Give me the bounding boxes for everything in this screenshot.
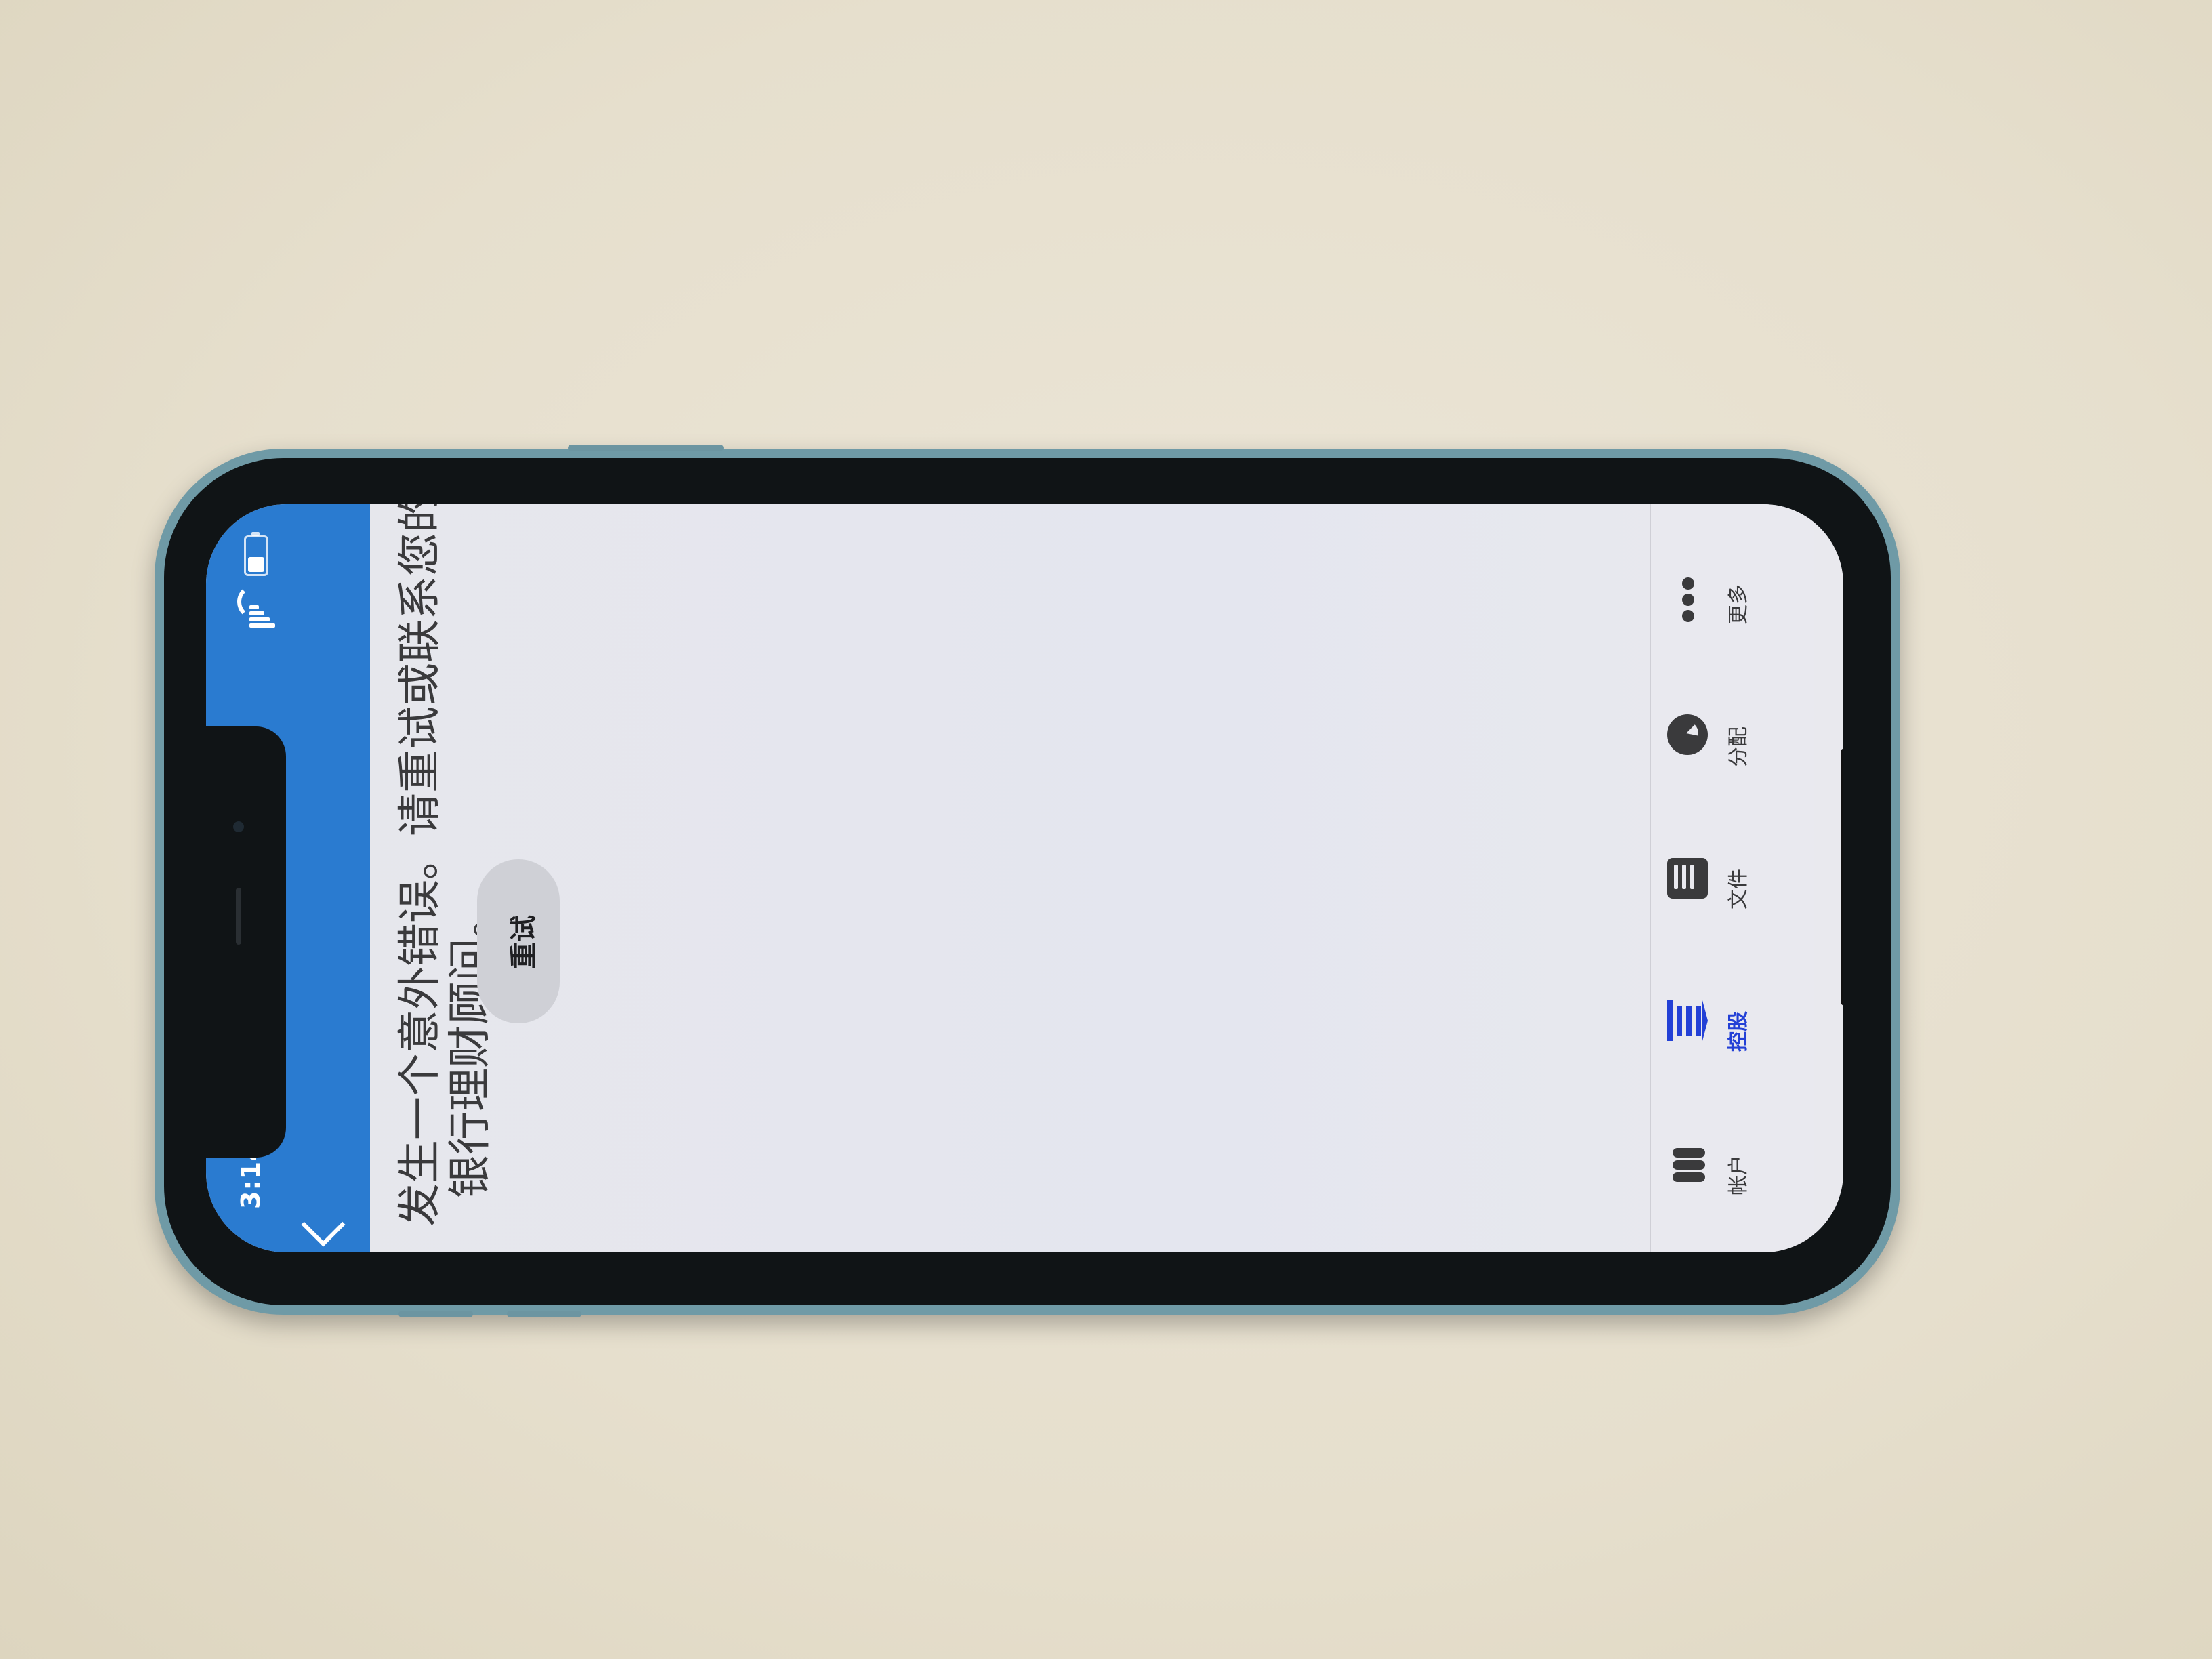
tab-accounts[interactable]: 帐户 (1651, 1101, 1814, 1243)
tab-documents[interactable]: 文件 (1651, 815, 1814, 957)
front-camera (233, 821, 244, 832)
volume-button (507, 1311, 581, 1317)
tab-label: 帐户 (1727, 1155, 1750, 1195)
volume-button (398, 1311, 473, 1317)
wifi-icon (237, 584, 272, 619)
tab-label: 文件 (1727, 869, 1750, 909)
tab-allocation[interactable]: 分配 (1651, 672, 1814, 815)
more-dots-icon (1667, 577, 1708, 622)
phone-bezel: 3:14 发生一个意外错误。请重试或联系您的 银行理财顾问。 重试 帐户 控股 … (164, 458, 1891, 1305)
retry-button[interactable]: 重试 (477, 859, 560, 1023)
pie-chart-icon (1667, 714, 1708, 755)
earpiece-speaker (236, 888, 241, 945)
camera-notch (206, 726, 286, 1158)
bank-icon (1667, 1000, 1708, 1041)
retry-button-label: 重试 (508, 915, 539, 969)
tab-label: 分配 (1727, 726, 1750, 767)
phone-device: 3:14 发生一个意外错误。请重试或联系您的 银行理财顾问。 重试 帐户 控股 … (155, 445, 1900, 1317)
tab-bar: 帐户 控股 文件 分配 更多 (1650, 504, 1814, 1252)
tab-label: 控股 (1727, 1011, 1750, 1052)
document-icon (1667, 858, 1708, 899)
side-button (568, 445, 724, 451)
home-indicator[interactable] (1841, 748, 1843, 1006)
tab-label: 更多 (1727, 584, 1750, 625)
app-screen: 3:14 发生一个意外错误。请重试或联系您的 银行理财顾问。 重试 帐户 控股 … (206, 504, 1843, 1252)
tab-holdings[interactable]: 控股 (1651, 957, 1814, 1099)
tab-more[interactable]: 更多 (1651, 530, 1814, 672)
accounts-icon (1667, 1144, 1708, 1185)
back-icon[interactable] (301, 1202, 346, 1247)
battery-icon (244, 532, 268, 576)
